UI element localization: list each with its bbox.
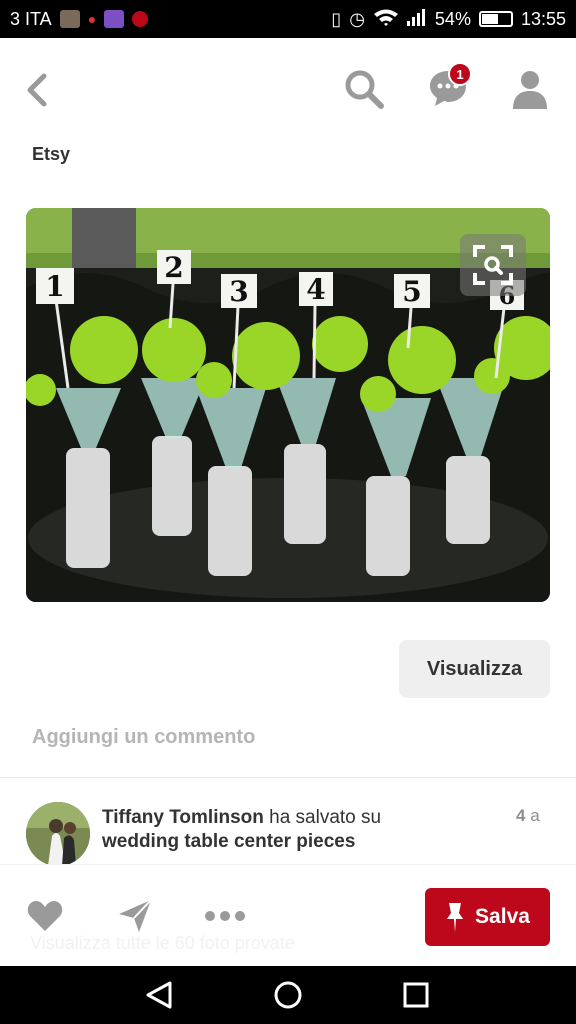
battery-icon (478, 11, 513, 27)
add-comment-field[interactable]: Aggiungi un commento (32, 726, 255, 749)
signal-icon (406, 8, 427, 31)
visual-search-icon (473, 245, 513, 285)
save-button[interactable]: Salva (425, 888, 550, 946)
circle-home-icon (274, 981, 302, 1009)
like-button[interactable] (26, 899, 64, 933)
avatar-image (26, 802, 90, 866)
table-number-card-3: 3 (221, 274, 257, 308)
square-recents-icon (403, 982, 429, 1008)
pin-source[interactable]: Etsy (32, 144, 70, 165)
profile-icon (513, 71, 547, 109)
alarm-icon: ◷ (349, 8, 365, 29)
visit-button[interactable]: Visualizza (399, 640, 550, 698)
back-button[interactable] (16, 68, 56, 112)
gallery-notification-icon (59, 10, 80, 28)
visual-search-button[interactable] (460, 234, 526, 296)
profile-button[interactable] (510, 66, 550, 112)
divider (0, 777, 576, 778)
back-icon (27, 73, 47, 107)
status-left: 3 ITA ● (10, 8, 149, 30)
activity-time: 4 a (516, 806, 540, 826)
table-number-card-4: 4 (299, 272, 333, 306)
search-icon (345, 70, 384, 109)
send-icon (119, 899, 152, 932)
pinterest-notification-icon (132, 11, 149, 27)
status-right: ▯ ◷ 54% 13:55 (331, 8, 566, 31)
carrier-label: 3 ITA (10, 8, 52, 29)
wifi-icon (373, 8, 399, 31)
more-options-button[interactable] (202, 903, 248, 929)
battery-percent: 54% (434, 8, 471, 29)
table-number-card-1: 1 (36, 268, 74, 304)
ghost-text: Visualizza tutte le 60 foto provate (30, 933, 295, 953)
notification-badge: 1 (448, 62, 472, 86)
activity-user[interactable]: Tiffany Tomlinson (102, 807, 264, 828)
nav-recents-button[interactable] (399, 978, 433, 1012)
clock: 13:55 (520, 8, 566, 29)
send-button[interactable] (116, 897, 154, 935)
pushpin-icon (447, 903, 464, 932)
nav-home-button[interactable] (271, 978, 305, 1012)
more-icon (205, 911, 245, 921)
app-notification-icon: ● (87, 11, 97, 27)
top-bar: 1 (0, 38, 576, 142)
table-number-card-2: 2 (157, 250, 191, 284)
search-button[interactable] (342, 66, 386, 112)
heart-icon (27, 901, 63, 931)
activity-action: ha salvato su (269, 807, 382, 828)
saved-activity: Tiffany Tomlinson ha salvato su wedding … (102, 806, 502, 854)
triangle-back-icon (146, 981, 172, 1009)
activity-time-value: 4 (516, 806, 526, 825)
chart-notification-icon (104, 10, 125, 28)
system-nav-bar (0, 966, 576, 1024)
bottom-action-bar: Visualizza tutte le 60 foto provate Salv… (0, 864, 576, 966)
activity-board[interactable]: wedding table center pieces (102, 831, 355, 852)
status-bar: 3 ITA ● ▯ ◷ 54% 13:55 (0, 0, 576, 38)
activity-time-unit: a (530, 806, 540, 825)
save-label: Salva (475, 905, 530, 928)
nav-back-button[interactable] (142, 978, 176, 1012)
vibrate-icon: ▯ (331, 8, 342, 29)
avatar[interactable] (26, 802, 90, 866)
table-number-card-5: 5 (394, 274, 430, 308)
